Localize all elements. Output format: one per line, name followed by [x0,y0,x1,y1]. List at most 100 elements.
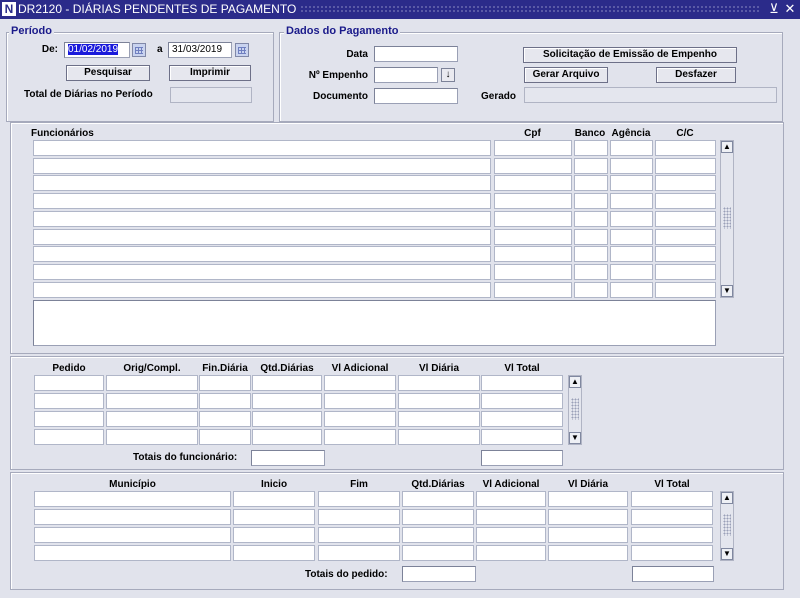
vl-diaria-cell[interactable] [548,491,628,507]
inicio-cell[interactable] [233,545,315,561]
funcionario-detalhe-area[interactable] [33,300,716,346]
funcionario-nome-cell[interactable] [33,281,491,298]
documento-field[interactable] [374,88,458,104]
banco-cell[interactable] [574,263,608,280]
cc-cell[interactable] [655,140,716,156]
funcionario-nome-cell[interactable] [33,193,491,210]
agencia-cell[interactable] [610,157,653,174]
fin-diaria-cell[interactable] [199,393,251,409]
minimize-button[interactable]: ⊻ [766,1,782,17]
qtd-diarias-cell[interactable] [252,411,322,427]
funcionario-nome-cell[interactable] [33,157,491,174]
scroll-grip[interactable] [571,398,579,420]
pedido-cell[interactable] [34,429,104,445]
orig-compl-cell[interactable] [106,411,198,427]
orig-compl-cell[interactable] [106,375,198,391]
pedido-cell[interactable] [34,375,104,391]
cc-cell[interactable] [655,157,716,174]
scroll-grip[interactable] [723,207,731,229]
cpf-cell[interactable] [494,175,572,192]
agencia-cell[interactable] [610,210,653,227]
cc-cell[interactable] [655,210,716,227]
funcionarios-scrollbar[interactable]: ▲ ▼ [720,140,734,298]
fim-cell[interactable] [318,509,400,525]
municipios-scrollbar[interactable]: ▲ ▼ [720,491,734,561]
qtd-diarias-cell[interactable] [402,509,474,525]
vl-adicional-cell[interactable] [476,491,546,507]
vl-adicional-cell[interactable] [324,411,396,427]
funcionario-nome-cell[interactable] [33,228,491,245]
vl-total-cell[interactable] [481,393,563,409]
banco-cell[interactable] [574,210,608,227]
vl-total-cell[interactable] [631,509,713,525]
vl-total-cell[interactable] [631,545,713,561]
cc-cell[interactable] [655,281,716,298]
scroll-grip[interactable] [723,514,731,536]
vl-diaria-cell[interactable] [548,545,628,561]
vl-diaria-cell[interactable] [398,375,480,391]
cc-cell[interactable] [655,263,716,280]
vl-total-cell[interactable] [631,527,713,543]
scroll-up-icon[interactable]: ▲ [569,376,581,388]
municipio-cell[interactable] [34,509,231,525]
agencia-cell[interactable] [610,193,653,210]
vl-adicional-cell[interactable] [324,375,396,391]
cpf-cell[interactable] [494,157,572,174]
qtd-diarias-cell[interactable] [402,491,474,507]
agencia-cell[interactable] [610,175,653,192]
vl-total-cell[interactable] [481,375,563,391]
fin-diaria-cell[interactable] [199,411,251,427]
vl-diaria-cell[interactable] [398,411,480,427]
pesquisar-button[interactable]: Pesquisar [66,65,150,81]
funcionario-nome-cell[interactable] [33,210,491,227]
empenho-field[interactable] [374,67,438,83]
vl-total-cell[interactable] [481,411,563,427]
cpf-cell[interactable] [494,246,572,263]
vl-adicional-cell[interactable] [324,429,396,445]
data-fim-field[interactable]: 31/03/2019 [168,42,232,58]
vl-adicional-cell[interactable] [476,509,546,525]
scroll-down-icon[interactable]: ▼ [721,285,733,297]
data-pagamento-field[interactable] [374,46,458,62]
imprimir-button[interactable]: Imprimir [169,65,251,81]
calendar-icon[interactable] [132,43,146,57]
gerar-arquivo-button[interactable]: Gerar Arquivo [524,67,608,83]
agencia-cell[interactable] [610,228,653,245]
cpf-cell[interactable] [494,228,572,245]
close-button[interactable]: ✕ [782,1,798,17]
banco-cell[interactable] [574,246,608,263]
fim-cell[interactable] [318,527,400,543]
scroll-down-icon[interactable]: ▼ [569,432,581,444]
funcionario-nome-cell[interactable] [33,175,491,192]
pedido-cell[interactable] [34,393,104,409]
scroll-up-icon[interactable]: ▲ [721,492,733,504]
orig-compl-cell[interactable] [106,429,198,445]
banco-cell[interactable] [574,193,608,210]
solicitacao-empenho-button[interactable]: Solicitação de Emissão de Empenho [523,47,737,63]
qtd-diarias-cell[interactable] [402,527,474,543]
banco-cell[interactable] [574,140,608,156]
scroll-down-icon[interactable]: ▼ [721,548,733,560]
banco-cell[interactable] [574,281,608,298]
vl-adicional-cell[interactable] [476,545,546,561]
pedido-cell[interactable] [34,411,104,427]
vl-total-cell[interactable] [631,491,713,507]
qtd-diarias-cell[interactable] [252,375,322,391]
cc-cell[interactable] [655,246,716,263]
scroll-up-icon[interactable]: ▲ [721,141,733,153]
cc-cell[interactable] [655,193,716,210]
agencia-cell[interactable] [610,140,653,156]
vl-adicional-cell[interactable] [476,527,546,543]
orig-compl-cell[interactable] [106,393,198,409]
municipio-cell[interactable] [34,491,231,507]
funcionario-nome-cell[interactable] [33,263,491,280]
cc-cell[interactable] [655,228,716,245]
banco-cell[interactable] [574,175,608,192]
vl-diaria-cell[interactable] [548,527,628,543]
desfazer-button[interactable]: Desfazer [656,67,736,83]
vl-diaria-cell[interactable] [398,429,480,445]
fim-cell[interactable] [318,491,400,507]
cpf-cell[interactable] [494,263,572,280]
cpf-cell[interactable] [494,210,572,227]
inicio-cell[interactable] [233,491,315,507]
